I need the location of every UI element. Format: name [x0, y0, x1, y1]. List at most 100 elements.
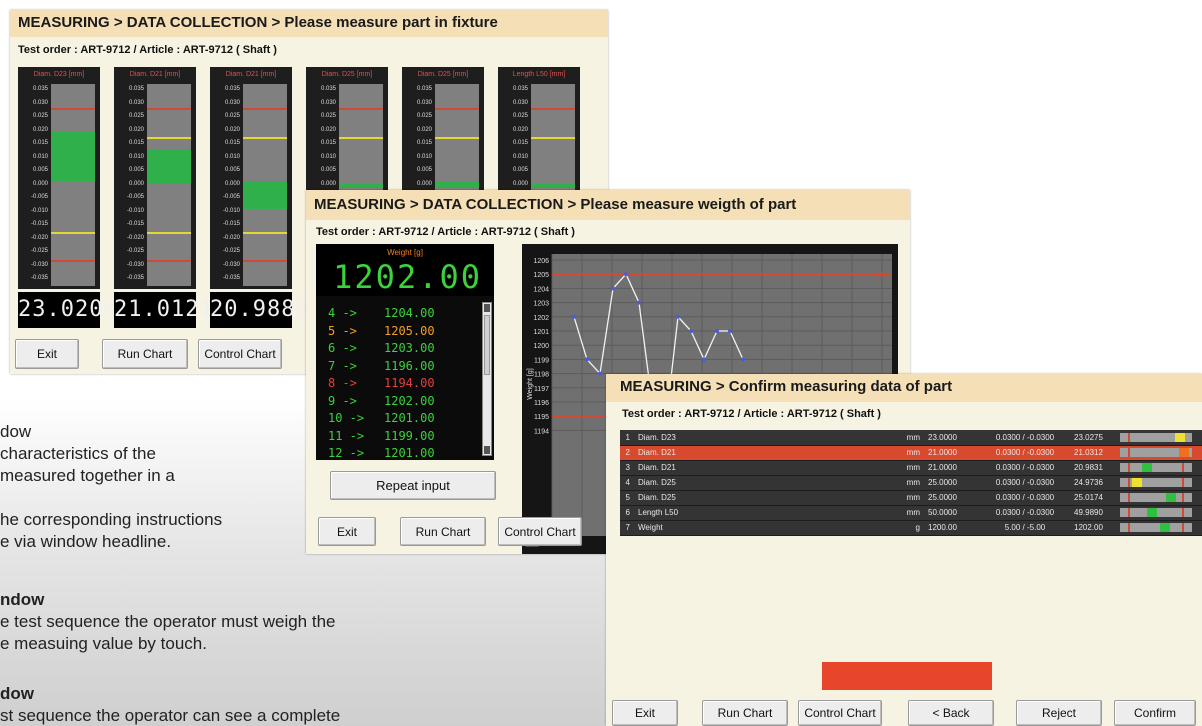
table-row[interactable]: 1 Diam. D23 mm 23.0000 0.0300 / -0.0300 23.02… [620, 430, 1202, 446]
description-line: he corresponding instructions [0, 510, 223, 529]
list-item[interactable]: 6 -> 1203.00 [328, 341, 435, 355]
chart-tick-label: 1195 [534, 414, 549, 421]
run-chart-button[interactable]: Run Chart [400, 517, 486, 546]
tolerance-bar-cell [1116, 430, 1202, 446]
gauge-tick-label: -0.025 [30, 248, 48, 254]
control-chart-button[interactable]: Control Chart [498, 517, 582, 546]
gauge-plot-area [147, 84, 191, 286]
gauge-tick-label: 0.035 [32, 86, 48, 92]
chart-tick-label: 1194 [534, 428, 549, 435]
list-item[interactable]: 8 -> 1194.00 [328, 376, 435, 390]
row-number: 4 [620, 475, 634, 491]
run-chart-point [585, 357, 589, 362]
gauge-readout: 23.0200 [18, 292, 117, 328]
unit-cell: mm [894, 475, 924, 491]
limit-line [243, 137, 287, 139]
table-row[interactable]: 5 Diam. D25 mm 25.0000 0.0300 / -0.0300 25.01… [620, 490, 1202, 506]
gauge-tick-label: 0.005 [416, 167, 432, 173]
run-chart-button[interactable]: Run Chart [702, 700, 788, 726]
gauge-tick-label: 0.035 [224, 86, 240, 92]
limit-line [243, 108, 287, 110]
gauge-plot-area [243, 84, 287, 286]
nominal-value: 21.0000 [924, 460, 980, 476]
list-item[interactable]: 12 -> 1201.00 [328, 446, 435, 460]
gauge-tick-label: 0.020 [128, 126, 144, 133]
list-item[interactable]: 7 -> 1196.00 [328, 359, 435, 373]
list-item-value: 1205.00 [384, 323, 435, 338]
characteristic-name: Diam. D25 [634, 490, 894, 506]
row-number: 7 [620, 520, 634, 536]
run-chart-point [637, 300, 641, 305]
exit-button[interactable]: Exit [612, 700, 678, 726]
measured-position-mark [1142, 463, 1152, 472]
gauge-tick-label: 0.030 [128, 99, 144, 106]
gauge-tick-label: 0.000 [224, 180, 240, 187]
list-scrollbar[interactable] [482, 302, 492, 456]
gauge-tick-label: 0.010 [128, 153, 144, 160]
tolerance-value: 5.00 / -5.00 [980, 520, 1070, 536]
tolerance-value: 0.0300 / -0.0300 [980, 430, 1070, 446]
tolerance-bar [1120, 432, 1192, 442]
reject-button[interactable]: Reject [1016, 700, 1102, 726]
tolerance-value: 0.0300 / -0.0300 [980, 505, 1070, 521]
list-item[interactable]: 11 -> 1199.00 [328, 429, 435, 443]
weight-history-list[interactable]: 4 -> 1204.00 5 -> 1205.00 6 -> 1203.00 7 -> 119… [316, 296, 494, 460]
scroll-down-arrow-icon[interactable] [484, 446, 490, 454]
gauge-label: Length L50 [mm] [512, 71, 566, 78]
gauge-tick-label: 0.000 [320, 180, 336, 187]
run-chart-button[interactable]: Run Chart [102, 339, 188, 369]
gauge-tick-label: 0.005 [320, 167, 336, 173]
tolerance-value: 0.0300 / -0.0300 [980, 475, 1070, 491]
tolerance-bar-cell [1116, 505, 1202, 521]
table-row[interactable]: 7 Weight g 1200.00 5.00 / -5.00 1202.00 [620, 520, 1202, 536]
unit-cell: mm [894, 445, 924, 461]
list-item-index: 6 -> [328, 341, 357, 355]
list-item[interactable]: 5 -> 1205.00 [328, 324, 435, 338]
scroll-thumb[interactable] [484, 315, 490, 375]
list-item[interactable]: 9 -> 1202.00 [328, 394, 435, 408]
control-chart-button[interactable]: Control Chart [198, 339, 282, 369]
confirm-button[interactable]: Confirm [1114, 700, 1196, 726]
usl-label: USL [876, 273, 888, 279]
exit-button[interactable]: Exit [318, 517, 376, 546]
repeat-input-button[interactable]: Repeat input [330, 471, 496, 500]
tolerance-bar [1120, 478, 1192, 487]
gauge-tick-label: 0.015 [224, 140, 240, 146]
measured-position-mark [1166, 493, 1176, 502]
scroll-up-arrow-icon[interactable] [484, 304, 490, 312]
list-item-index: 7 -> [328, 358, 357, 373]
list-item[interactable]: 10 -> 1201.00 [328, 411, 435, 425]
table-row[interactable]: 4 Diam. D25 mm 25.0000 0.0300 / -0.0300 24.97… [620, 475, 1202, 491]
chart-y-axis-label: Weight [g] [527, 368, 534, 399]
list-item[interactable]: 4 -> 1204.00 [328, 306, 435, 320]
back-button[interactable]: < Back [908, 700, 994, 726]
tolerance-value: 0.0300 / -0.0300 [980, 445, 1070, 461]
tolerance-bar [1120, 508, 1192, 517]
chart-tick-label: 1200 [533, 343, 549, 350]
gauge-tick-label: -0.015 [30, 221, 48, 227]
gauge-tick-label: 0.025 [32, 113, 48, 119]
gauge-label: Diam. D25 [mm] [417, 71, 469, 78]
exit-button[interactable]: Exit [15, 339, 79, 369]
table-row[interactable]: 2 Diam. D21 mm 21.0000 0.0300 / -0.0300 21.03… [620, 445, 1202, 461]
tolerance-bar-cell [1116, 475, 1202, 491]
table-row[interactable]: 3 Diam. D21 mm 21.0000 0.0300 / -0.0300 20.98… [620, 460, 1202, 476]
row-number: 3 [620, 460, 634, 476]
test-order-label: Test order : ART-9712 / Article : ART-97… [622, 408, 881, 420]
measured-position-mark [1175, 432, 1185, 442]
gauge-tick-label: 0.030 [512, 99, 528, 106]
nominal-value: 25.0000 [924, 490, 980, 506]
gauge-tick-label: -0.015 [222, 221, 240, 227]
measured-position-mark [1160, 523, 1170, 532]
table-row[interactable]: 6 Length L50 mm 50.0000 0.0300 / -0.0300 49.9… [620, 505, 1202, 521]
list-item-value: 1204.00 [384, 306, 435, 320]
description-line: characteristics of the [0, 444, 156, 463]
limit-line [51, 260, 95, 262]
control-chart-button[interactable]: Control Chart [798, 700, 882, 726]
list-item-index: 4 -> [328, 306, 357, 320]
limit-line [435, 108, 479, 110]
gauge-tick-label: 0.010 [224, 153, 240, 160]
nominal-value: 23.0000 [924, 430, 980, 446]
gauge-tick-label: 0.025 [128, 113, 144, 119]
gauge-tick-label: -0.005 [30, 194, 48, 200]
